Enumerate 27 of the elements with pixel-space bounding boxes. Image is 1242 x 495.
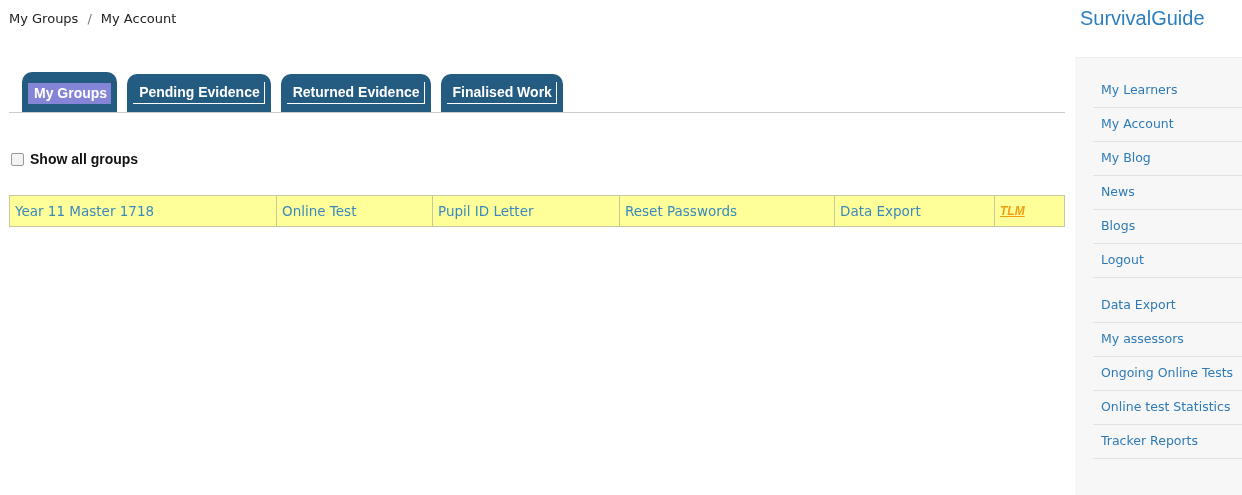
sidebar-link[interactable]: News — [1093, 176, 1242, 210]
sidebar-link[interactable]: My Blog — [1093, 142, 1242, 176]
sidebar-link[interactable]: My assessors — [1093, 323, 1242, 357]
tab[interactable]: Pending Evidence — [127, 74, 271, 112]
breadcrumb-separator: / — [87, 10, 92, 26]
group-link[interactable]: Online Test — [282, 203, 357, 219]
tab[interactable]: Returned Evidence — [280, 74, 431, 112]
sidebar-link[interactable]: Ongoing Online Tests — [1093, 357, 1242, 391]
group-link[interactable]: Year 11 Master 1718 — [15, 203, 155, 219]
sidebar-link[interactable]: Online test Statistics — [1093, 391, 1242, 425]
breadcrumb-link[interactable]: My Account — [100, 10, 177, 26]
checkbox-label: Show all groups — [30, 151, 139, 167]
tab[interactable]: My Groups — [22, 72, 118, 112]
site-title[interactable]: SurvivalGuide — [1065, 7, 1242, 47]
sidebar-link[interactable]: My Account — [1093, 108, 1242, 142]
group-link[interactable]: Pupil ID Letter — [438, 203, 534, 219]
group-link[interactable]: Reset Passwords — [625, 203, 738, 219]
sidebar-link[interactable]: Tracker Reports — [1093, 425, 1242, 459]
breadcrumb-link[interactable]: My Groups — [9, 10, 79, 26]
checkbox[interactable] — [11, 152, 24, 166]
sidebar-link[interactable]: Data Export — [1093, 289, 1242, 323]
show-all-groups-checkbox[interactable]: Show all groups — [11, 151, 1065, 167]
group-link[interactable]: Data Export — [840, 203, 921, 219]
tab[interactable]: Finalised Work — [440, 74, 563, 112]
sidebar-link[interactable]: Blogs — [1093, 210, 1242, 244]
sidebar-link[interactable]: Logout — [1093, 244, 1242, 278]
sidebar-link[interactable]: My Learners — [1093, 74, 1242, 108]
